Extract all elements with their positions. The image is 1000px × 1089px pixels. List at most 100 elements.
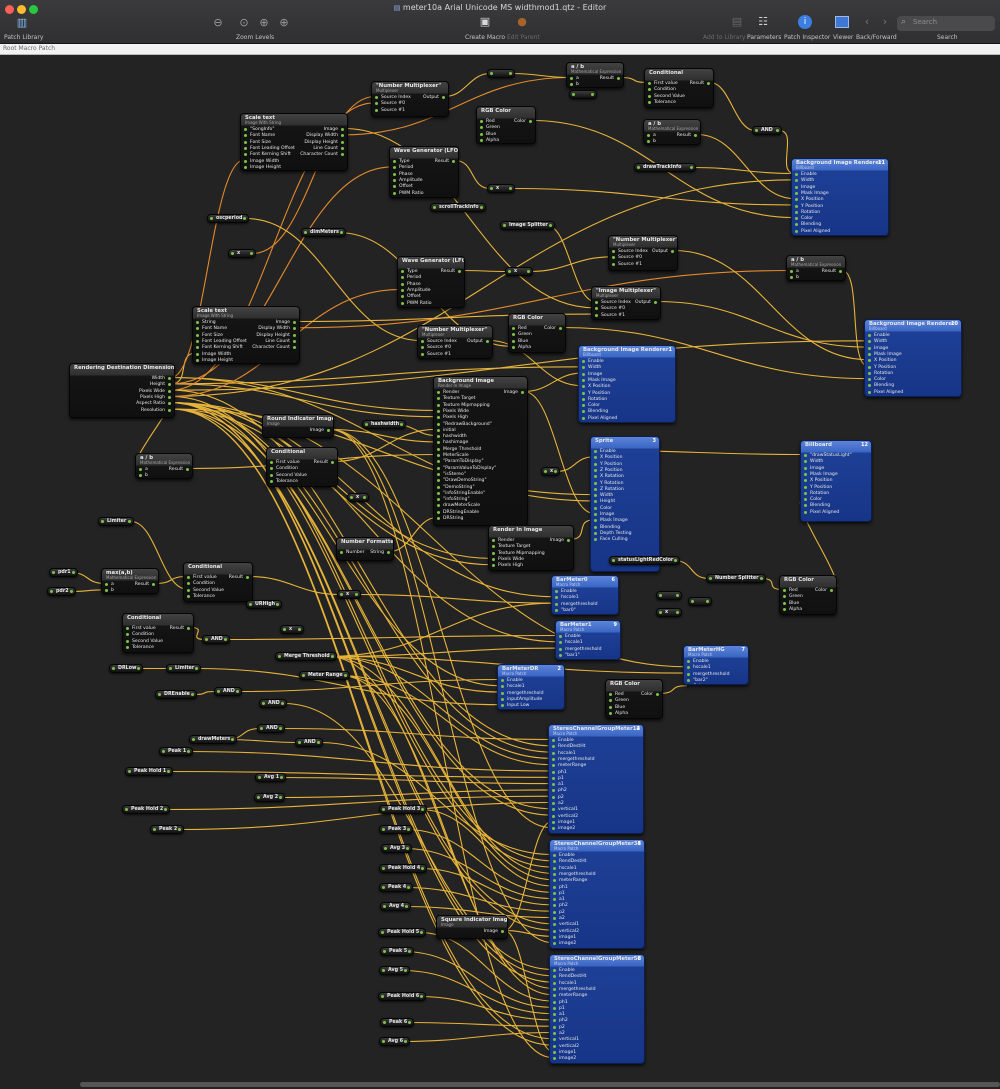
input-port[interactable]: Blending	[582, 409, 608, 414]
input-port[interactable]: hashwidth	[437, 434, 467, 439]
input-port[interactable]: Amplitude	[393, 178, 423, 183]
patch-value-node[interactable]: AND	[752, 126, 782, 135]
input-port[interactable]: Y Position	[868, 365, 896, 370]
input-port[interactable]: Font Kerning Shift	[196, 345, 243, 350]
patch-library-button[interactable]: ▥	[14, 16, 30, 31]
input-port[interactable]: ph1	[553, 1000, 568, 1005]
input-port[interactable]: Image	[804, 466, 824, 471]
input-port[interactable]: "SongInfo"	[244, 127, 274, 132]
input-port[interactable]: Period	[401, 275, 421, 280]
input-port[interactable]: Enable	[553, 968, 575, 973]
input-port[interactable]: "infoStringEnable"	[437, 491, 485, 496]
input-port[interactable]: Number	[340, 550, 364, 555]
patch-node[interactable]: RGB Color Red Green Blue Alpha Color	[508, 313, 566, 353]
output-port[interactable]: Aspect Ratio	[136, 401, 171, 406]
patch-node[interactable]: "Number Multiplexer" Multiplexer Source In…	[608, 235, 678, 271]
input-port[interactable]: Second Value	[187, 588, 224, 593]
input-port[interactable]: image1	[553, 1050, 576, 1055]
patch-value-node[interactable]: Peak 5	[380, 947, 415, 956]
patch-value-node[interactable]: AND	[259, 699, 287, 708]
horizontal-scrollbar[interactable]	[80, 1082, 1000, 1087]
patch-value-node[interactable]: Peak 1	[159, 747, 194, 756]
input-port[interactable]: Color	[582, 403, 600, 408]
patch-node[interactable]: Number Formatter Number String	[336, 537, 394, 561]
input-port[interactable]: Enable	[687, 659, 709, 664]
zoom-actual-button[interactable]: ⊙	[238, 16, 250, 30]
input-port[interactable]: X Position	[804, 478, 833, 483]
input-port[interactable]: Enable	[582, 359, 604, 364]
input-port[interactable]: "RedrawBackground"	[437, 422, 492, 427]
input-port[interactable]: Blue	[783, 601, 799, 606]
patch-value-node[interactable]: Limiter	[166, 664, 202, 673]
output-port[interactable]: Color	[815, 588, 833, 593]
output-port[interactable]: Line Count	[265, 339, 296, 344]
input-port[interactable]: Font Kerning Shift	[244, 152, 291, 157]
input-port[interactable]: Period	[393, 165, 413, 170]
input-port[interactable]: Source #1	[612, 262, 642, 267]
patch-node[interactable]: Round Indicator Image Image Image	[262, 414, 334, 438]
input-port[interactable]: Offset	[393, 184, 413, 189]
input-port[interactable]: Z Position	[594, 468, 623, 473]
input-port[interactable]: Condition	[648, 87, 676, 92]
input-port[interactable]: hscale1	[687, 665, 711, 670]
input-port[interactable]: "DrawDemoString"	[437, 478, 487, 483]
input-port[interactable]: First value	[187, 575, 217, 580]
input-port[interactable]: Blending	[804, 503, 830, 508]
patch-node[interactable]: Wave Generator (LFO) Type Period Phase Ampli…	[397, 256, 465, 308]
input-port[interactable]: hscale1	[553, 866, 577, 871]
input-port[interactable]: Width	[594, 493, 613, 498]
input-port[interactable]: drawMeterScale	[437, 503, 480, 508]
patch-node[interactable]: Conditional First value Condition Second Va…	[644, 68, 714, 108]
input-port[interactable]: image2	[553, 941, 576, 946]
input-port[interactable]: Red	[480, 119, 495, 124]
output-port[interactable]: Result	[690, 81, 711, 86]
input-port[interactable]: Width	[795, 178, 814, 183]
patch-value-node[interactable]: drawTrackInfo	[634, 163, 696, 172]
input-port[interactable]: a	[647, 133, 656, 138]
input-port[interactable]: a1	[553, 897, 565, 902]
input-port[interactable]: Tolerance	[126, 645, 154, 650]
input-port[interactable]: Source Index	[421, 339, 457, 344]
input-port[interactable]: hscale1	[559, 640, 583, 645]
input-port[interactable]: Font Leading Offset	[196, 339, 247, 344]
input-port[interactable]: Image	[868, 346, 888, 351]
input-port[interactable]: Rotation	[795, 210, 820, 215]
input-port[interactable]: Pixels High	[492, 563, 523, 568]
back-button[interactable]: ‹	[862, 15, 872, 29]
patch-node[interactable]: Scale text Image With String String Font Na…	[192, 306, 300, 364]
input-port[interactable]: vertical2	[553, 929, 579, 934]
input-port[interactable]: Red	[609, 692, 624, 697]
patch-node[interactable]: Background Image Renderer Billboard 1 Enabl…	[578, 345, 676, 423]
patch-node[interactable]: RGB Color Red Green Blue Alpha Color	[779, 575, 837, 615]
input-port[interactable]: "DemoString"	[437, 485, 475, 490]
input-port[interactable]: p1	[553, 891, 565, 896]
input-port[interactable]: Tolerance	[648, 100, 676, 105]
input-port[interactable]: p2	[553, 1025, 565, 1030]
patch-value-node[interactable]: Number Splitter	[706, 574, 766, 583]
input-port[interactable]: Green	[512, 332, 532, 337]
patch-node[interactable]: StereoChannelGroupMeter12 Macro Patch 4 Ena…	[548, 724, 644, 834]
patch-node[interactable]: StereoChannelGroupMeter34 Macro Patch 5 Ena…	[549, 839, 645, 949]
input-port[interactable]: ph2	[553, 903, 568, 908]
input-port[interactable]: Rotation	[868, 371, 893, 376]
input-port[interactable]: Font Leading Offset	[244, 146, 295, 151]
input-port[interactable]: Texture Mipmapping	[492, 551, 545, 556]
input-port[interactable]: inputAmplitude	[501, 697, 542, 702]
input-port[interactable]: X Position	[868, 358, 897, 363]
input-port[interactable]: Image	[594, 512, 614, 517]
input-port[interactable]: Rotation	[582, 397, 607, 402]
patch-value-node[interactable]: x	[337, 590, 361, 599]
output-port[interactable]: Image	[310, 428, 331, 433]
input-port[interactable]: Y Position	[795, 204, 823, 209]
patch-value-node[interactable]: Peak Hold 1	[125, 767, 174, 776]
patch-node[interactable]: Conditional First value Condition Second Va…	[266, 447, 338, 487]
patch-node[interactable]: "Number Multiplexer" Multiplexer Source In…	[417, 325, 493, 359]
patch-value-node[interactable]: AND	[202, 635, 230, 644]
input-port[interactable]: Condition	[270, 466, 298, 471]
output-port[interactable]: Character Count	[252, 345, 296, 350]
patch-value-node[interactable]: DRLow	[109, 664, 144, 673]
output-port[interactable]: Color	[544, 326, 562, 331]
input-port[interactable]: Source #1	[375, 108, 405, 113]
input-port[interactable]: Font Size	[244, 140, 271, 145]
parameters-button[interactable]: ☷	[756, 15, 770, 29]
